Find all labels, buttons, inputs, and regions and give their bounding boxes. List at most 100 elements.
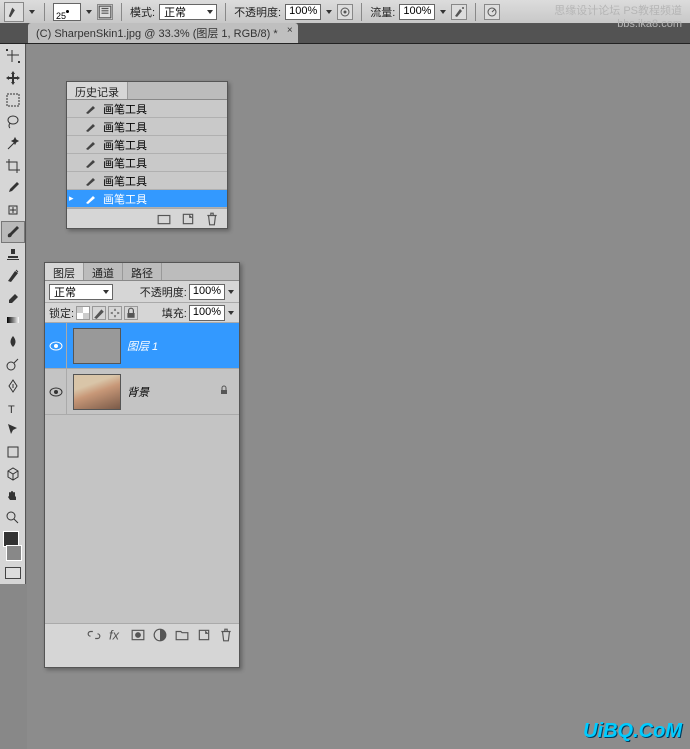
watermark-url: bbs.ika8.com bbox=[554, 18, 682, 30]
layer-row[interactable]: 图层 1 bbox=[45, 323, 239, 369]
brush-icon bbox=[83, 156, 99, 170]
3d-tool[interactable] bbox=[1, 463, 25, 485]
layers-tab[interactable]: 图层 bbox=[45, 263, 84, 280]
history-item[interactable]: 画笔工具 bbox=[67, 172, 227, 190]
mask-icon[interactable] bbox=[131, 628, 145, 642]
mode-label: 模式: bbox=[130, 4, 155, 20]
layer-opacity-label: 不透明度: bbox=[140, 284, 187, 300]
history-list: 画笔工具 画笔工具 画笔工具 画笔工具 画笔工具 ▸画笔工具 bbox=[67, 100, 227, 208]
eyedropper-tool[interactable] bbox=[1, 177, 25, 199]
history-marker-icon: ▸ bbox=[69, 193, 74, 204]
pen-tool[interactable] bbox=[1, 375, 25, 397]
zoom-tool[interactable] bbox=[1, 507, 25, 529]
gradient-tool[interactable] bbox=[1, 309, 25, 331]
history-item-label: 画笔工具 bbox=[103, 101, 147, 117]
history-brush-tool[interactable] bbox=[1, 265, 25, 287]
close-icon[interactable]: × bbox=[287, 25, 293, 36]
blend-mode-value: 正常 bbox=[164, 4, 186, 20]
fill-slider-icon[interactable] bbox=[227, 304, 235, 322]
lock-transparent-icon[interactable] bbox=[76, 306, 90, 320]
background-color[interactable] bbox=[6, 545, 22, 561]
brush-icon bbox=[83, 174, 99, 188]
history-item[interactable]: 画笔工具 bbox=[67, 136, 227, 154]
layer-blend-mode-select[interactable]: 正常 bbox=[49, 284, 113, 300]
brush-picker-dropdown-icon[interactable] bbox=[85, 3, 93, 21]
color-swatches[interactable] bbox=[1, 529, 24, 563]
layer-name[interactable]: 图层 1 bbox=[127, 338, 239, 354]
blur-tool[interactable] bbox=[1, 331, 25, 353]
adjustment-icon[interactable] bbox=[153, 628, 167, 642]
layers-footer: fx bbox=[45, 623, 239, 645]
trash-icon[interactable] bbox=[205, 212, 219, 226]
airbrush-toggle[interactable] bbox=[451, 4, 467, 20]
flow-slider-icon[interactable] bbox=[439, 3, 447, 21]
group-icon[interactable] bbox=[175, 628, 189, 642]
history-tab[interactable]: 历史记录 bbox=[67, 82, 128, 99]
lock-all-icon[interactable] bbox=[124, 306, 138, 320]
document-title: (C) SharpenSkin1.jpg @ 33.3% (图层 1, RGB/… bbox=[36, 28, 278, 40]
layer-row[interactable]: 背景 bbox=[45, 369, 239, 415]
history-item[interactable]: 画笔工具 bbox=[67, 100, 227, 118]
layer-thumbnail[interactable] bbox=[73, 374, 121, 410]
brush-tool[interactable] bbox=[1, 221, 25, 243]
fx-icon[interactable]: fx bbox=[109, 628, 123, 642]
brush-icon bbox=[83, 120, 99, 134]
svg-text:T: T bbox=[8, 404, 15, 416]
quickmask-toggle[interactable] bbox=[1, 563, 24, 583]
tool-handles-icon[interactable] bbox=[1, 45, 25, 67]
dodge-tool[interactable] bbox=[1, 353, 25, 375]
paths-tab[interactable]: 路径 bbox=[123, 263, 162, 280]
shape-tool[interactable] bbox=[1, 441, 25, 463]
opacity-slider-icon[interactable] bbox=[325, 3, 333, 21]
type-tool[interactable]: T bbox=[1, 397, 25, 419]
visibility-toggle[interactable] bbox=[45, 369, 67, 414]
history-item-label: 画笔工具 bbox=[103, 137, 147, 153]
flow-input[interactable]: 100% bbox=[399, 4, 435, 20]
link-layers-icon[interactable] bbox=[87, 628, 101, 642]
opacity-input[interactable]: 100% bbox=[285, 4, 321, 20]
lock-position-icon[interactable] bbox=[108, 306, 122, 320]
lock-icon bbox=[219, 385, 229, 398]
tablet-size-toggle[interactable] bbox=[484, 4, 500, 20]
eraser-tool[interactable] bbox=[1, 287, 25, 309]
crop-tool[interactable] bbox=[1, 155, 25, 177]
lock-pixels-icon[interactable] bbox=[92, 306, 106, 320]
new-layer-icon[interactable] bbox=[197, 628, 211, 642]
document-tab[interactable]: (C) SharpenSkin1.jpg @ 33.3% (图层 1, RGB/… bbox=[28, 23, 298, 43]
blend-mode-select[interactable]: 正常 bbox=[159, 4, 217, 20]
wand-tool[interactable] bbox=[1, 133, 25, 155]
history-item-label: 画笔工具 bbox=[103, 155, 147, 171]
watermark-top: 思缘设计论坛 PS教程频道 bbs.ika8.com bbox=[554, 2, 682, 30]
tool-preset-picker[interactable] bbox=[4, 2, 24, 22]
visibility-toggle[interactable] bbox=[45, 323, 67, 368]
layer-opacity-slider-icon[interactable] bbox=[227, 283, 235, 301]
history-item[interactable]: 画笔工具 bbox=[67, 118, 227, 136]
tablet-opacity-toggle[interactable] bbox=[337, 4, 353, 20]
move-tool[interactable] bbox=[1, 67, 25, 89]
marquee-tool[interactable] bbox=[1, 89, 25, 111]
history-item[interactable]: ▸画笔工具 bbox=[67, 190, 227, 208]
lasso-tool[interactable] bbox=[1, 111, 25, 133]
trash-icon[interactable] bbox=[219, 628, 233, 642]
layers-panel: 图层 通道 路径 正常 不透明度: 100% 锁定: 填充: 100% 图层 1… bbox=[44, 262, 240, 668]
channels-tab[interactable]: 通道 bbox=[84, 263, 123, 280]
brush-icon bbox=[83, 138, 99, 152]
healing-tool[interactable] bbox=[1, 199, 25, 221]
path-select-tool[interactable] bbox=[1, 419, 25, 441]
layer-thumbnail[interactable] bbox=[73, 328, 121, 364]
snapshot-from-doc-icon[interactable] bbox=[157, 212, 171, 226]
brush-preview[interactable]: 25 bbox=[53, 3, 81, 21]
brush-panel-toggle[interactable] bbox=[97, 4, 113, 20]
fill-input[interactable]: 100% bbox=[189, 305, 225, 321]
brush-size-label: 25 bbox=[56, 11, 66, 21]
preset-dropdown-icon[interactable] bbox=[28, 3, 36, 21]
lock-label: 锁定: bbox=[49, 305, 74, 321]
history-item[interactable]: 画笔工具 bbox=[67, 154, 227, 172]
toolbox: T bbox=[0, 44, 26, 584]
layer-opacity-input[interactable]: 100% bbox=[189, 284, 225, 300]
history-item-label: 画笔工具 bbox=[103, 173, 147, 189]
hand-tool[interactable] bbox=[1, 485, 25, 507]
flow-label: 流量: bbox=[370, 4, 395, 20]
new-snapshot-icon[interactable] bbox=[181, 212, 195, 226]
stamp-tool[interactable] bbox=[1, 243, 25, 265]
